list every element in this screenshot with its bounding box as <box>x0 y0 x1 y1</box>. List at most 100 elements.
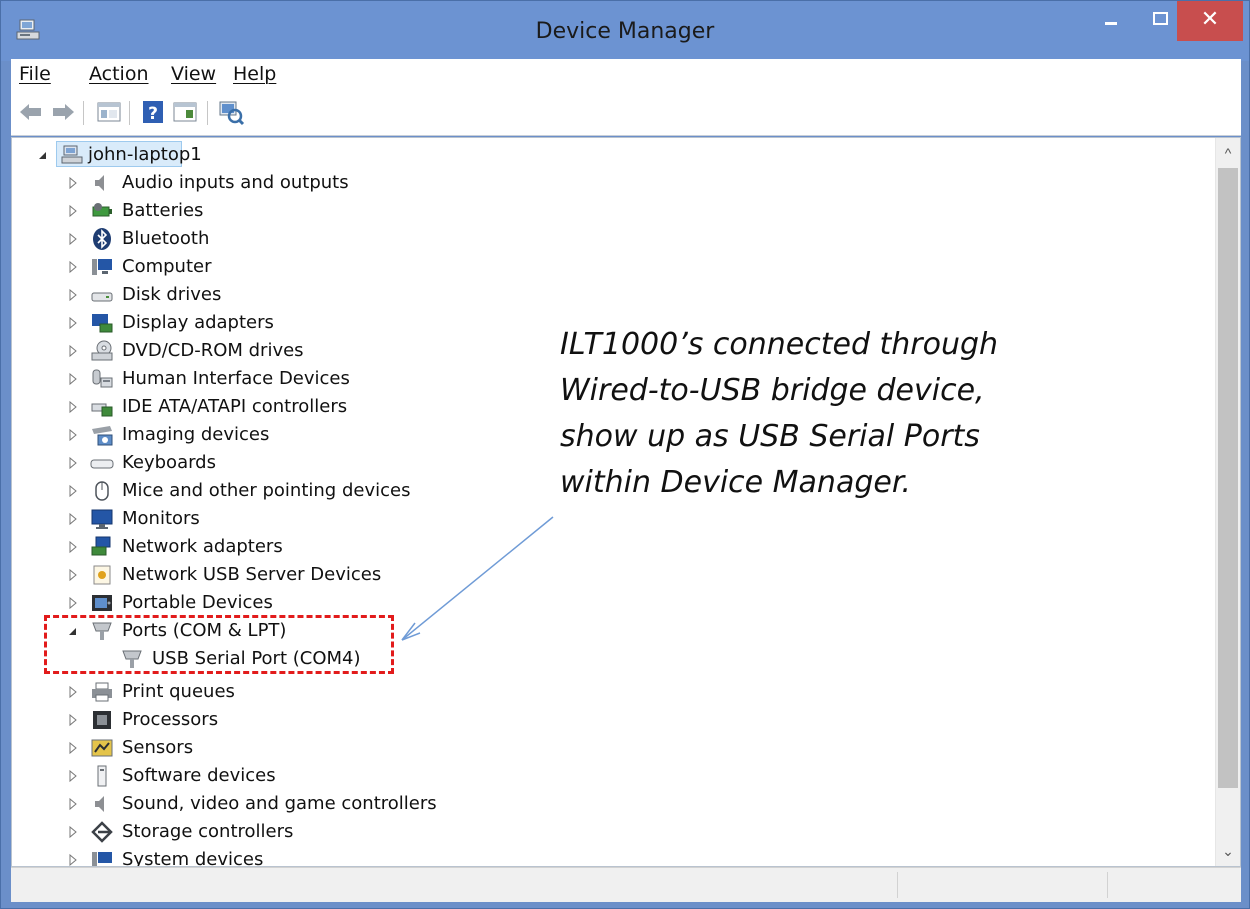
help-icon[interactable]: ? <box>139 98 167 126</box>
toolbar-separator <box>83 101 84 125</box>
collapsed-arrow-icon[interactable] <box>68 260 78 274</box>
collapsed-arrow-icon[interactable] <box>68 596 78 610</box>
title-bar[interactable]: Device Manager ✕ <box>1 1 1249 61</box>
tree-item[interactable]: Disk drives <box>12 281 712 309</box>
collapsed-arrow-icon[interactable] <box>68 825 78 839</box>
annotation-line: show up as USB Serial Ports <box>560 419 980 454</box>
tree-root-label: john-laptop1 <box>88 144 202 165</box>
battery-icon <box>92 203 112 217</box>
collapsed-arrow-icon[interactable] <box>68 176 78 190</box>
back-icon[interactable] <box>17 98 45 126</box>
tree-item-label: Sound, video and game controllers <box>122 793 437 814</box>
tree-item[interactable]: Sensors <box>12 734 712 762</box>
tree-item[interactable]: Processors <box>12 706 712 734</box>
sensor-icon <box>91 739 113 757</box>
highlight-dashed-box <box>44 615 394 674</box>
annotation-line: Wired-to-USB bridge device, <box>560 373 985 408</box>
tree-item[interactable]: Portable Devices <box>12 589 712 617</box>
collapsed-arrow-icon[interactable] <box>68 540 78 554</box>
tree-item-label: Network USB Server Devices <box>122 564 382 585</box>
annotation-callout: ILT1000’s connected through Wired-to-USB… <box>560 322 1060 506</box>
vertical-scrollbar[interactable]: ^ ⌄ <box>1215 138 1240 866</box>
tree-item-label: Software devices <box>122 765 276 786</box>
speaker-icon <box>95 175 104 191</box>
collapsed-arrow-icon[interactable] <box>68 456 78 470</box>
computer-icon <box>61 145 83 164</box>
tree-root[interactable]: john-laptop1 <box>12 141 712 169</box>
tree-item[interactable]: Monitors <box>12 505 712 533</box>
scroll-down-icon[interactable]: ⌄ <box>1216 838 1240 864</box>
properties-icon[interactable] <box>171 98 199 126</box>
collapsed-arrow-icon[interactable] <box>68 769 78 783</box>
tree-item[interactable]: Storage controllers <box>12 818 712 846</box>
maximize-button[interactable] <box>1136 1 1180 39</box>
tree-item[interactable]: Computer <box>12 253 712 281</box>
collapsed-arrow-icon[interactable] <box>68 372 78 386</box>
tree-item-label: Portable Devices <box>122 592 273 613</box>
collapsed-arrow-icon[interactable] <box>68 344 78 358</box>
tree-item-label: Disk drives <box>122 284 222 305</box>
collapsed-arrow-icon[interactable] <box>68 484 78 498</box>
tree-item-label: Network adapters <box>122 536 283 557</box>
toolbar: ? <box>11 91 1241 136</box>
tree-item[interactable]: Sound, video and game controllers <box>12 790 712 818</box>
scan-hardware-icon[interactable] <box>217 98 245 126</box>
tree-item-label: Keyboards <box>122 452 216 473</box>
keyboard-icon <box>90 459 114 469</box>
collapsed-arrow-icon[interactable] <box>68 288 78 302</box>
disk-drive-icon <box>91 292 113 302</box>
scroll-up-icon[interactable]: ^ <box>1216 140 1240 166</box>
menu-help[interactable]: Help <box>233 63 276 85</box>
tree-item[interactable]: Batteries <box>12 197 712 225</box>
scrollbar-thumb[interactable] <box>1218 168 1238 788</box>
tree-item-label: Batteries <box>122 200 204 221</box>
bluetooth-icon <box>93 228 111 250</box>
tree-item[interactable]: Network adapters <box>12 533 712 561</box>
status-bar <box>11 867 1241 902</box>
menu-bar: File Action View Help <box>11 59 1241 92</box>
collapsed-arrow-icon[interactable] <box>68 512 78 526</box>
tree-item-label: IDE ATA/ATAPI controllers <box>122 396 348 417</box>
collapsed-arrow-icon[interactable] <box>68 685 78 699</box>
tree-item-label: Audio inputs and outputs <box>122 172 349 193</box>
collapsed-arrow-icon[interactable] <box>68 713 78 727</box>
tree-item[interactable]: Audio inputs and outputs <box>12 169 712 197</box>
menu-file[interactable]: File <box>19 63 51 85</box>
monitor-icon <box>91 509 113 529</box>
close-button[interactable]: ✕ <box>1177 1 1243 41</box>
tree-item-label: Imaging devices <box>122 424 270 445</box>
tree-item[interactable]: System devices <box>12 846 712 867</box>
storage-controller-icon <box>91 821 113 843</box>
printer-icon <box>92 682 112 702</box>
tree-item[interactable]: Print queues <box>12 678 712 706</box>
tree-item[interactable]: Network USB Server Devices <box>12 561 712 589</box>
tree-item[interactable]: Software devices <box>12 762 712 790</box>
toolbar-separator <box>207 101 208 125</box>
collapsed-arrow-icon[interactable] <box>68 428 78 442</box>
forward-icon[interactable] <box>49 98 77 126</box>
display-adapter-icon <box>92 314 113 333</box>
portable-device-icon <box>92 595 112 611</box>
collapsed-arrow-icon[interactable] <box>68 741 78 755</box>
mouse-icon <box>95 481 109 501</box>
tree-item[interactable]: Bluetooth <box>12 225 712 253</box>
tree-item-label: Print queues <box>122 681 235 702</box>
expanded-arrow-icon[interactable] <box>38 148 48 162</box>
tree-item-label: Storage controllers <box>122 821 294 842</box>
menu-action[interactable]: Action <box>89 63 149 85</box>
collapsed-arrow-icon[interactable] <box>68 568 78 582</box>
collapsed-arrow-icon[interactable] <box>68 797 78 811</box>
collapsed-arrow-icon[interactable] <box>68 204 78 218</box>
collapsed-arrow-icon[interactable] <box>68 400 78 414</box>
tree-item-label: System devices <box>122 849 264 867</box>
show-hide-tree-icon[interactable] <box>95 98 123 126</box>
status-segment <box>897 872 1108 898</box>
menu-view[interactable]: View <box>171 63 216 85</box>
minimize-button[interactable] <box>1091 1 1133 39</box>
collapsed-arrow-icon[interactable] <box>68 232 78 246</box>
collapsed-arrow-icon[interactable] <box>68 316 78 330</box>
tree-item-label: Sensors <box>122 737 194 758</box>
tree-item-label: Monitors <box>122 508 200 529</box>
dvd-drive-icon <box>91 340 113 361</box>
collapsed-arrow-icon[interactable] <box>68 853 78 867</box>
